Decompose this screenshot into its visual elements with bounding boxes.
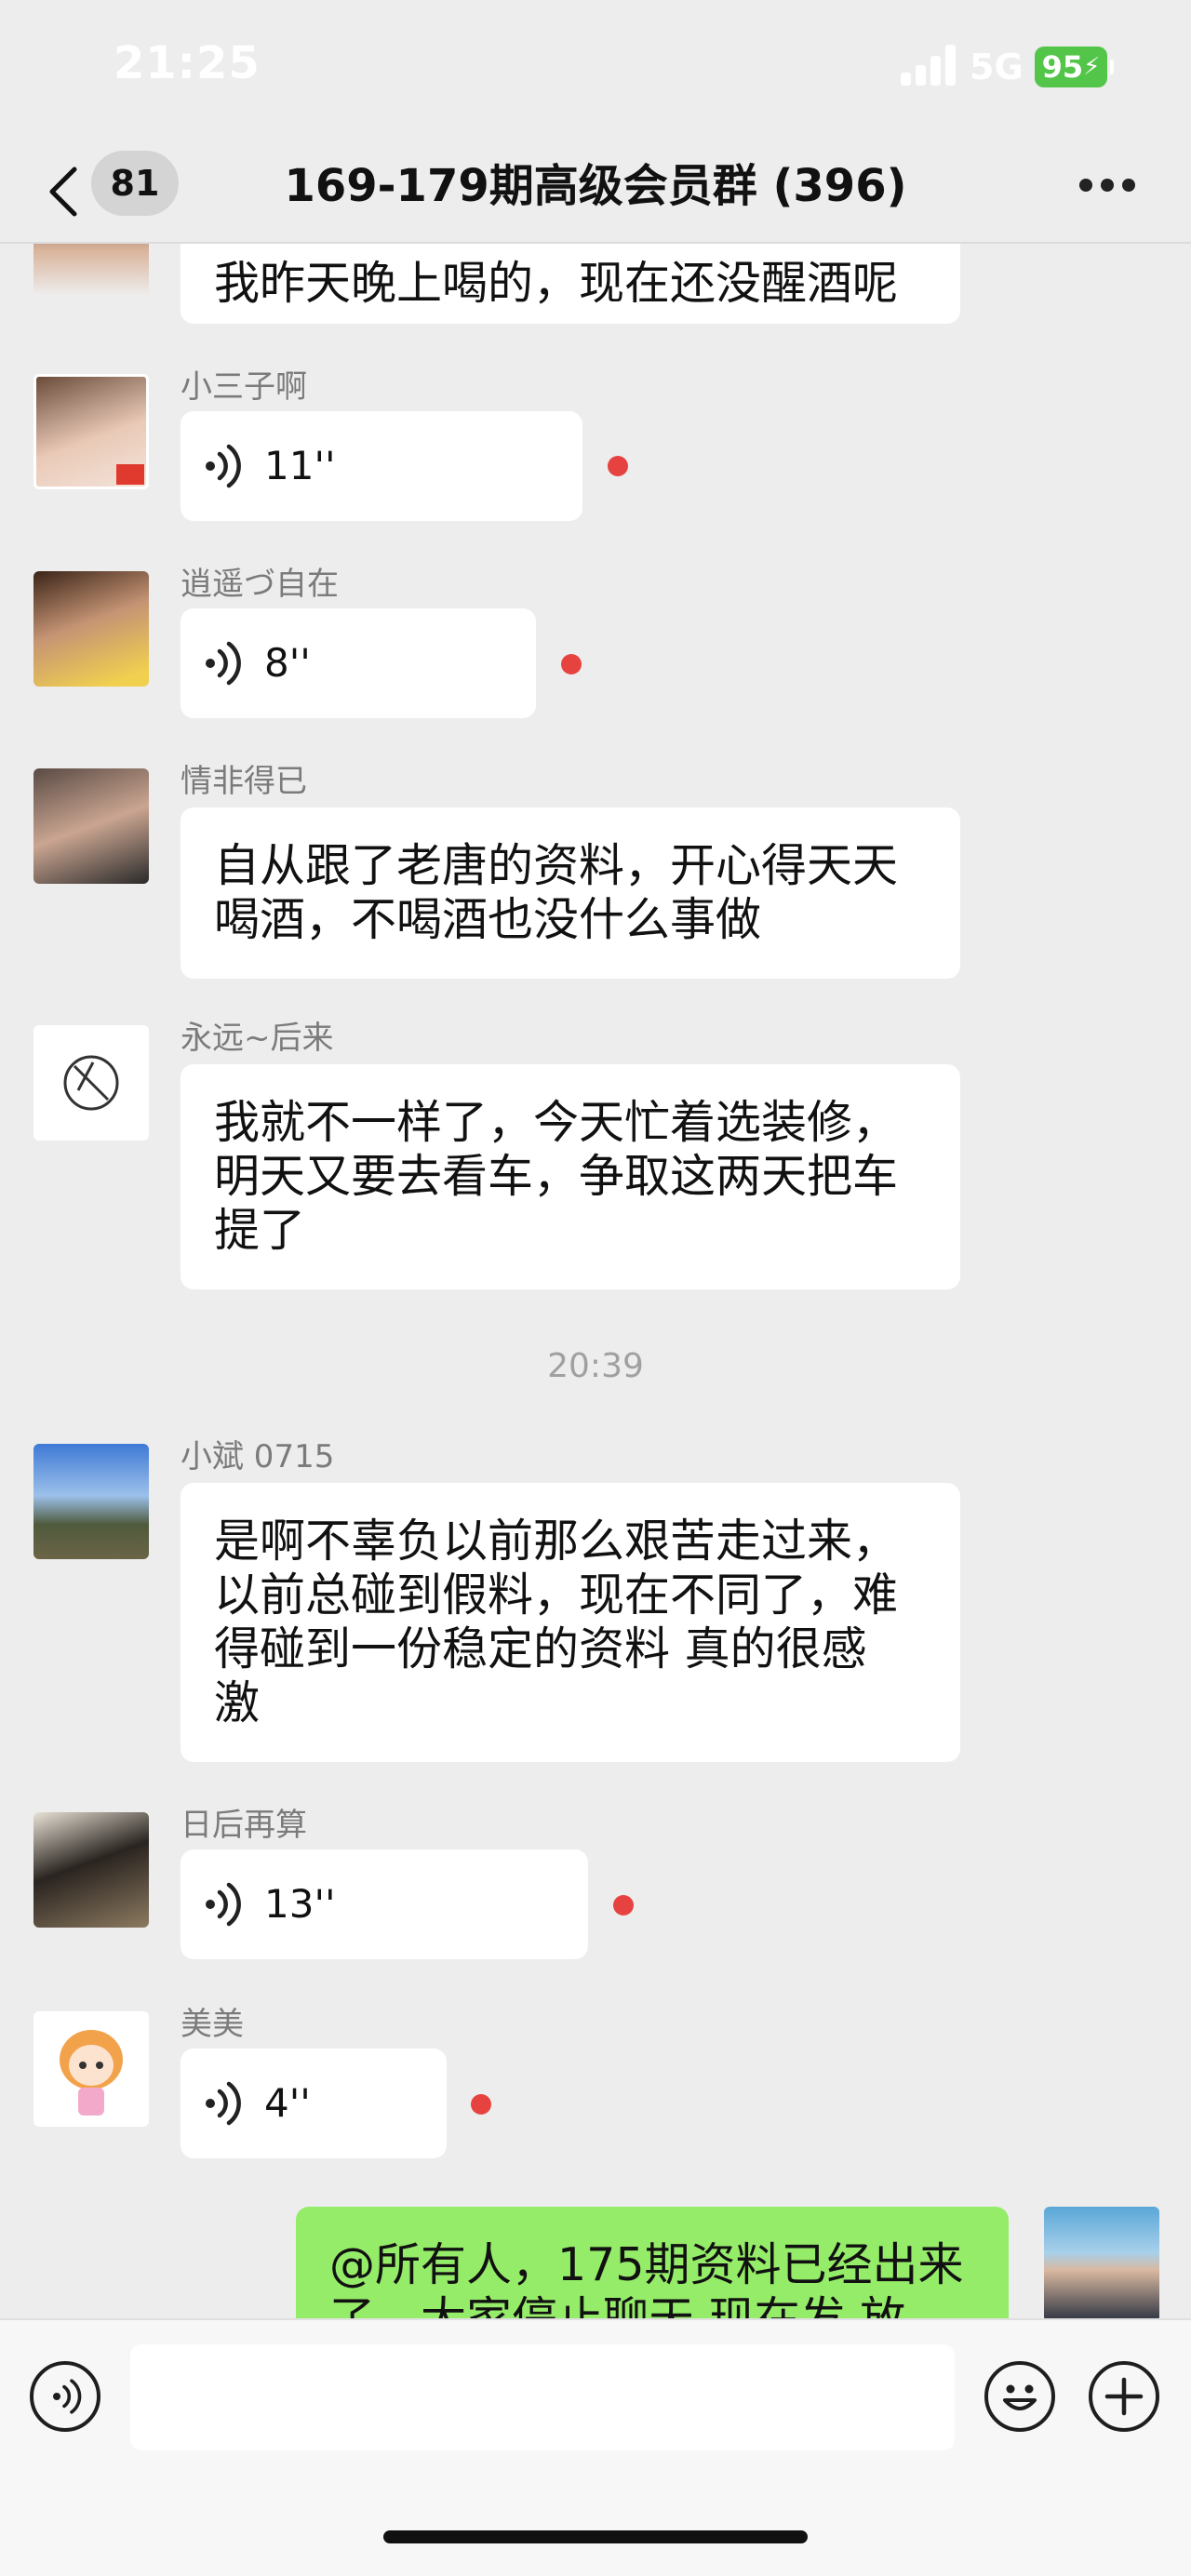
signal-icon <box>901 45 957 86</box>
message-timestamp: 20:39 <box>547 1347 644 1385</box>
emoji-icon <box>1003 2384 1037 2410</box>
page-title: 169-179期高级会员群 (396) <box>284 160 907 212</box>
message-line: 喝酒，不喝酒也没什么事做 <box>214 893 762 946</box>
unread-dot <box>613 1895 634 1915</box>
avatar[interactable] <box>33 1812 149 1928</box>
voice-message[interactable]: 4'' <box>181 2049 447 2158</box>
more-icon[interactable] <box>1079 179 1135 194</box>
voice-message[interactable]: 11'' <box>181 411 582 521</box>
message-line: 自从跟了老唐的资料，开心得天天 <box>214 839 899 892</box>
message-bubble[interactable]: 我昨天晚上喝的，现在还没醒酒呢 <box>181 244 960 324</box>
emoji-button[interactable] <box>984 2361 1055 2432</box>
unread-dot <box>561 654 582 674</box>
battery-level: 95 <box>1041 49 1084 85</box>
avatar[interactable] <box>33 1025 149 1141</box>
voice-input-button[interactable] <box>30 2361 100 2432</box>
sender-name: 永远~后来 <box>181 1020 334 1057</box>
message-line: 激 <box>214 1676 261 1729</box>
sender-name: 小斌 0715 <box>181 1438 335 1475</box>
voice-duration: 8'' <box>264 640 311 686</box>
voice-icon <box>53 2379 82 2414</box>
chat-header: 81 169-179期高级会员群 (396) <box>0 140 1191 244</box>
default-avatar-icon <box>63 1055 119 1111</box>
unread-dot <box>471 2094 491 2115</box>
message-line: 了，大家停止聊天 现在发 放 <box>329 2292 975 2318</box>
message-line: 我就不一样了，今天忙着选装修， <box>214 1096 899 1149</box>
avatar[interactable] <box>33 374 149 489</box>
own-message-bubble[interactable]: @所有人，175期资料已经出来 了，大家停止聊天 现在发 放 <box>296 2207 1009 2318</box>
sender-name: 情非得已 <box>181 763 307 800</box>
unread-dot <box>608 456 628 476</box>
voice-message[interactable]: 13'' <box>181 1849 588 1959</box>
voice-icon <box>206 2081 241 2126</box>
message-line: 以前总碰到假料，现在不同了，难 <box>214 1568 899 1622</box>
message-line: 提了 <box>214 1204 306 1257</box>
avatar[interactable] <box>33 1444 149 1559</box>
voice-icon <box>206 641 241 686</box>
message-text: 我昨天晚上喝的，现在还没醒酒呢 <box>214 257 899 310</box>
voice-duration: 11'' <box>264 443 336 488</box>
sender-name: 逍遥づ自在 <box>181 566 339 603</box>
cartoon-girl-avatar-icon <box>60 2030 123 2116</box>
message-bubble[interactable]: 自从跟了老唐的资料，开心得天天 喝酒，不喝酒也没什么事做 <box>181 808 960 979</box>
voice-icon <box>206 444 241 488</box>
voice-duration: 4'' <box>264 2080 311 2126</box>
message-input[interactable] <box>130 2344 955 2450</box>
message-line: @所有人，175期资料已经出来 <box>329 2238 964 2291</box>
add-icon <box>1104 2377 1144 2416</box>
sender-name: 日后再算 <box>181 1807 307 1844</box>
home-indicator <box>383 2530 808 2543</box>
own-avatar[interactable] <box>1044 2207 1159 2318</box>
voice-duration: 13'' <box>264 1881 336 1927</box>
add-button[interactable] <box>1089 2361 1159 2432</box>
message-bubble[interactable]: 是啊不辜负以前那么艰苦走过来， 以前总碰到假料，现在不同了，难 得碰到一份稳定的… <box>181 1483 960 1762</box>
avatar[interactable] <box>33 571 149 687</box>
message-bubble[interactable]: 我就不一样了，今天忙着选装修， 明天又要去看车，争取这两天把车 提了 <box>181 1064 960 1289</box>
avatar[interactable] <box>33 244 149 296</box>
message-line: 明天又要去看车，争取这两天把车 <box>214 1150 899 1203</box>
status-bar: 21:25 5G 95⚡ <box>0 0 1191 140</box>
sender-name: 小三子啊 <box>181 368 307 406</box>
battery-indicator: 95⚡ <box>1035 47 1114 87</box>
avatar[interactable] <box>33 2011 149 2127</box>
voice-message[interactable]: 8'' <box>181 608 536 718</box>
message-line: 得碰到一份稳定的资料 真的很感 <box>214 1622 867 1675</box>
status-time: 21:25 <box>114 37 261 89</box>
sender-name: 美美 <box>181 2006 244 2043</box>
avatar[interactable] <box>33 768 149 884</box>
message-line: 是啊不辜负以前那么艰苦走过来， <box>214 1515 899 1568</box>
voice-icon <box>206 1882 241 1927</box>
message-list[interactable]: 我昨天晚上喝的，现在还没醒酒呢 小三子啊 11'' 逍遥づ自在 8'' 情非得已… <box>0 244 1191 2318</box>
network-type: 5G <box>970 47 1024 87</box>
